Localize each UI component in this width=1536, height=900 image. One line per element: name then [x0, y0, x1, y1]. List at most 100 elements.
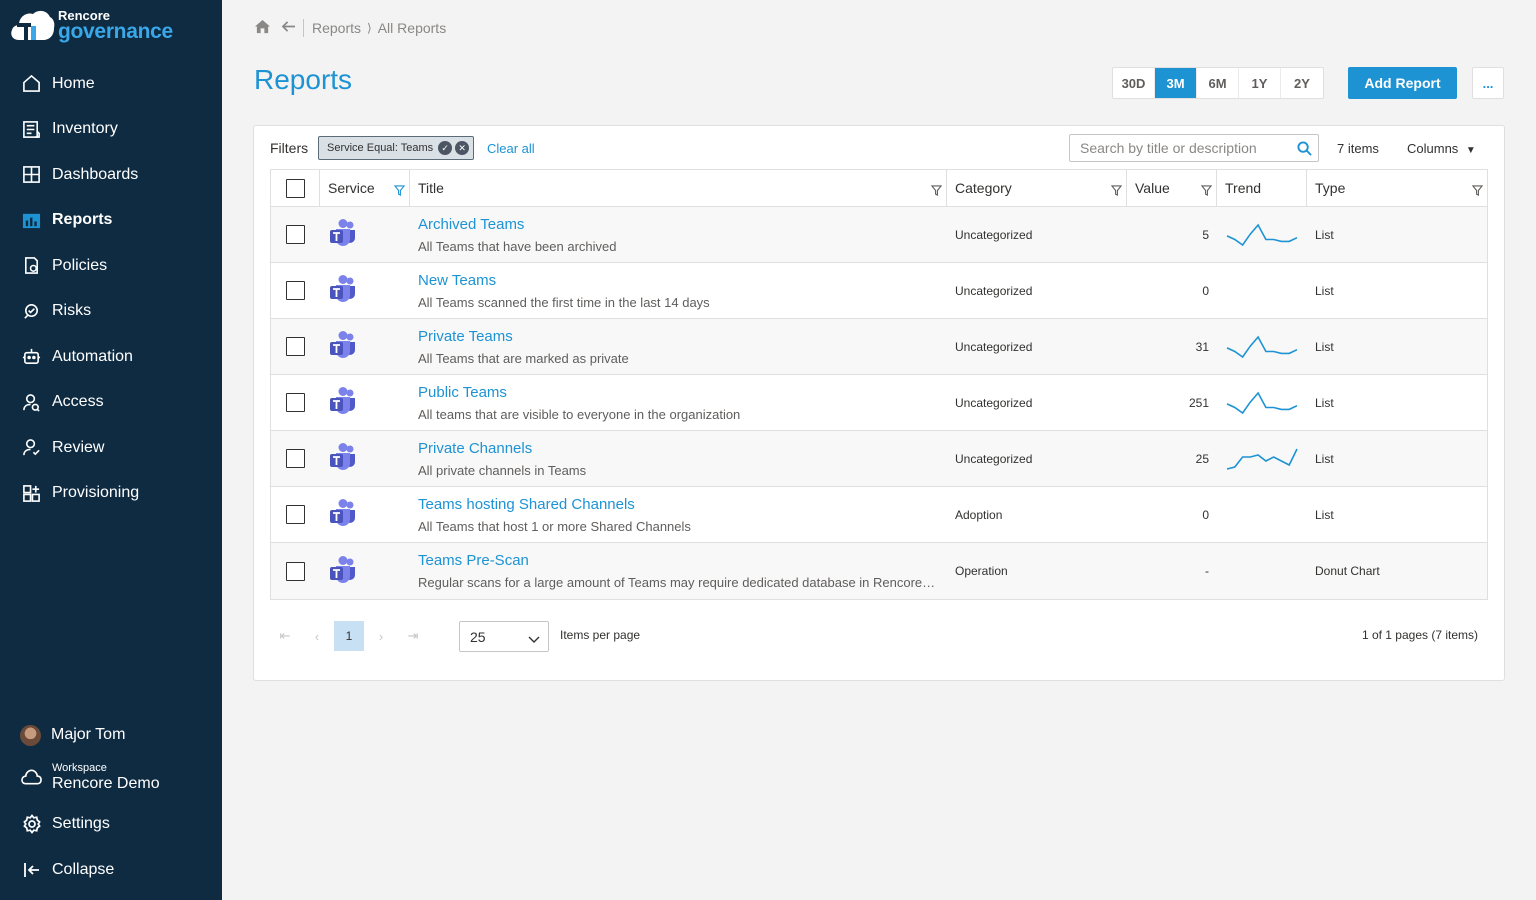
nav-label: Dashboards — [52, 165, 139, 183]
report-title-link[interactable]: Public Teams — [418, 384, 507, 402]
time-range-selector: 30D 3M 6M 1Y 2Y — [1112, 67, 1324, 99]
remove-filter-icon[interactable]: ✕ — [455, 141, 470, 155]
trend-cell — [1217, 263, 1307, 318]
cloud-icon — [21, 769, 42, 785]
report-title-link[interactable]: Private Channels — [418, 440, 532, 458]
table-row[interactable]: New Teams All Teams scanned the first tim… — [271, 263, 1487, 319]
row-checkbox[interactable] — [286, 225, 305, 244]
risks-icon — [21, 301, 42, 322]
column-header-title[interactable]: Title — [410, 170, 947, 206]
items-per-page-select[interactable]: 25 — [459, 621, 549, 652]
search-input[interactable] — [1080, 140, 1290, 156]
row-checkbox[interactable] — [286, 393, 305, 412]
nav-item-automation[interactable]: Automation — [0, 334, 222, 380]
column-header-category[interactable]: Category — [947, 170, 1127, 206]
type-cell: List — [1315, 507, 1334, 522]
filter-icon[interactable] — [1110, 183, 1123, 199]
nav-item-home[interactable]: Home — [0, 61, 222, 107]
category-cell: Adoption — [955, 507, 1003, 522]
clear-all-filters-link[interactable]: Clear all — [487, 141, 535, 156]
collapse-button[interactable]: Collapse — [0, 847, 222, 893]
rencore-logo[interactable]: Rencore governance — [9, 6, 173, 44]
prev-page-icon[interactable]: ‹ — [302, 621, 332, 651]
filter-icon[interactable] — [930, 183, 943, 199]
user-profile[interactable]: Major Tom — [0, 718, 222, 752]
reports-card: Filters Service Equal: Teams ✓ ✕ Clear a… — [253, 125, 1505, 681]
value-cell: 5 — [1202, 227, 1209, 242]
teams-icon — [329, 555, 357, 588]
table-row[interactable]: Public Teams All teams that are visible t… — [271, 375, 1487, 431]
nav-item-access[interactable]: Access — [0, 380, 222, 426]
row-checkbox[interactable] — [286, 561, 305, 581]
row-checkbox[interactable] — [286, 281, 305, 300]
last-page-icon[interactable]: ⇥ — [398, 621, 428, 651]
page-button-current[interactable]: 1 — [334, 621, 364, 651]
category-cell: Uncategorized — [955, 283, 1033, 298]
row-select-cell — [271, 207, 320, 262]
report-title-link[interactable]: Archived Teams — [418, 216, 524, 234]
table-row[interactable]: Teams hosting Shared Channels All Teams t… — [271, 487, 1487, 543]
filter-icon[interactable] — [393, 183, 406, 199]
breadcrumb-item-all-reports[interactable]: All Reports — [378, 20, 446, 36]
table-row[interactable]: Private Teams All Teams that are marked a… — [271, 319, 1487, 375]
nav-item-review[interactable]: Review — [0, 425, 222, 471]
nav-item-policies[interactable]: Policies — [0, 243, 222, 289]
time-range-6m[interactable]: 6M — [1197, 68, 1239, 98]
filter-icon[interactable] — [1471, 183, 1484, 199]
trend-line — [1226, 448, 1298, 470]
row-checkbox[interactable] — [286, 505, 305, 524]
value-cell: 31 — [1195, 339, 1209, 354]
filter-icon[interactable] — [1200, 183, 1213, 199]
home-icon[interactable] — [254, 19, 271, 37]
time-range-1y[interactable]: 1Y — [1239, 68, 1281, 98]
table-row[interactable]: Private Channels All private channels in … — [271, 431, 1487, 487]
value-cell: 0 — [1202, 283, 1209, 298]
column-header-type[interactable]: Type — [1307, 170, 1487, 206]
user-name: Major Tom — [51, 726, 126, 743]
service-cell — [320, 487, 410, 542]
nav-item-provisioning[interactable]: Provisioning — [0, 471, 222, 517]
next-page-icon[interactable]: › — [366, 621, 396, 651]
report-title-link[interactable]: Teams hosting Shared Channels — [418, 496, 635, 514]
column-header-trend[interactable]: Trend — [1217, 170, 1307, 206]
column-header-value[interactable]: Value — [1127, 170, 1217, 206]
trend-sparkline — [1226, 391, 1298, 414]
add-report-button[interactable]: Add Report — [1348, 67, 1457, 99]
nav-label: Reports — [52, 211, 113, 229]
time-range-2y[interactable]: 2Y — [1281, 68, 1323, 98]
select-all-checkbox[interactable] — [285, 178, 305, 198]
filter-chip-service[interactable]: Service Equal: Teams ✓ ✕ — [318, 136, 475, 160]
page-info: 1 of 1 pages (7 items) — [1361, 628, 1478, 642]
table-row[interactable]: Teams Pre-Scan Regular scans for a large … — [271, 543, 1487, 599]
breadcrumb-item-reports[interactable]: Reports — [312, 20, 361, 36]
collapse-icon — [21, 860, 42, 881]
nav-item-reports[interactable]: Reports — [0, 198, 222, 244]
first-page-icon[interactable]: ⇤ — [270, 621, 300, 651]
time-range-3m[interactable]: 3M — [1155, 68, 1197, 98]
table-row[interactable]: Archived Teams All Teams that have been a… — [271, 207, 1487, 263]
columns-button[interactable]: Columns ▼ — [1407, 141, 1476, 156]
report-title-link[interactable]: Teams Pre-Scan — [418, 552, 529, 570]
cloud-logo-icon — [9, 6, 55, 44]
nav-item-inventory[interactable]: Inventory — [0, 107, 222, 153]
report-title-link[interactable]: Private Teams — [418, 328, 513, 346]
search-box — [1069, 134, 1319, 162]
more-options-button[interactable]: ... — [1472, 67, 1504, 99]
report-title-link[interactable]: New Teams — [418, 272, 496, 290]
trend-cell — [1217, 431, 1307, 486]
column-header-service[interactable]: Service — [320, 170, 410, 206]
teams-icon — [329, 386, 357, 419]
time-range-30d[interactable]: 30D — [1113, 68, 1155, 98]
search-icon[interactable] — [1297, 141, 1312, 161]
service-cell — [320, 375, 410, 430]
row-checkbox[interactable] — [286, 337, 305, 356]
settings-button[interactable]: Settings — [0, 801, 222, 847]
nav-item-risks[interactable]: Risks — [0, 289, 222, 335]
edit-filter-icon[interactable]: ✓ — [438, 141, 453, 155]
back-arrow-icon[interactable] — [281, 20, 296, 36]
workspace-switcher[interactable]: Workspace Rencore Demo — [0, 759, 222, 795]
nav-item-dashboards[interactable]: Dashboards — [0, 152, 222, 198]
title-cell: Private Channels All private channels in … — [410, 431, 947, 486]
value-cell: 251 — [1188, 395, 1209, 410]
row-checkbox[interactable] — [286, 449, 305, 468]
